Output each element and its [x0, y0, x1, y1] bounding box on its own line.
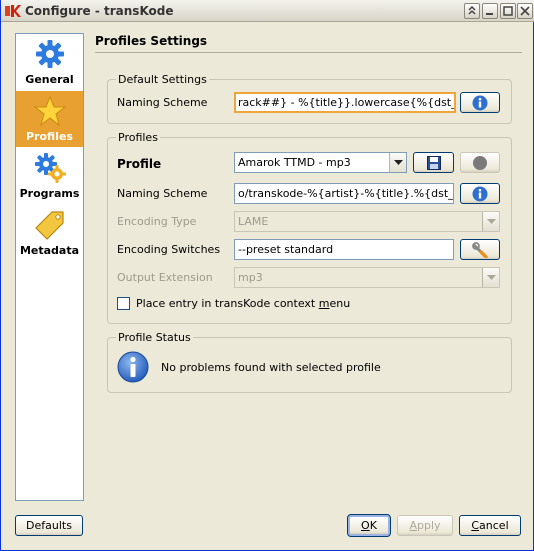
info-icon — [472, 186, 488, 201]
default-naming-label: Naming Scheme — [117, 96, 208, 109]
close-icon — [520, 6, 530, 16]
minimize-button[interactable] — [482, 3, 498, 19]
wrench-icon — [472, 241, 488, 258]
encoding-switches-label: Encoding Switches — [117, 243, 221, 256]
profile-select[interactable]: Amarok TTMD - mp3 — [234, 152, 407, 173]
profile-naming-scheme-input[interactable]: o/transkode-%{artist}-%{title}.%{dst_ext… — [234, 183, 454, 204]
profile-naming-label: Naming Scheme — [117, 187, 208, 200]
context-menu-text-end: enu — [329, 297, 351, 310]
context-menu-label[interactable]: Place entry in transKode context menu — [136, 297, 350, 310]
encoding-switches-input[interactable]: --preset standard — [234, 239, 454, 260]
maximize-icon — [503, 6, 513, 16]
group-title: Default Settings — [116, 73, 209, 86]
title-divider — [95, 52, 522, 53]
gears-icon — [35, 153, 66, 183]
sidebar-item-label: General — [25, 73, 74, 86]
star-icon — [34, 95, 66, 127]
sidebar-item-metadata[interactable]: Metadata — [16, 205, 83, 261]
sidebar-item-general[interactable]: General — [16, 34, 83, 90]
encoding-type-dropdown-button[interactable] — [482, 212, 499, 231]
group-title: Profile Status — [116, 331, 193, 344]
cancel-button[interactable]: Cancel — [459, 515, 521, 536]
defaults-button[interactable]: Defaults — [15, 515, 83, 536]
shade-icon — [468, 6, 476, 15]
page-title: Profiles Settings — [95, 34, 208, 48]
maximize-button[interactable] — [500, 3, 516, 19]
profile-label: Profile — [117, 157, 162, 171]
output-extension-select[interactable]: mp3 — [234, 267, 500, 288]
record-circle-icon — [473, 155, 487, 170]
tag-icon — [35, 211, 64, 240]
chevron-down-icon — [394, 160, 403, 165]
configure-window: Configure - transKode General Profiles P… — [0, 0, 534, 551]
configure-switches-button[interactable] — [460, 239, 500, 260]
chevron-down-icon — [487, 275, 496, 280]
encoding-type-label: Encoding Type — [117, 215, 197, 228]
delete-profile-button[interactable] — [460, 152, 500, 173]
sidebar-item-programs[interactable]: Programs — [16, 148, 83, 204]
sidebar-item-profiles[interactable]: Profiles — [16, 91, 83, 147]
sidebar-item-label: Profiles — [26, 130, 73, 143]
apply-label: pply — [417, 519, 441, 532]
group-title: Profiles — [116, 131, 160, 144]
title-bar[interactable]: Configure - transKode — [1, 0, 534, 22]
sidebar-item-label: Metadata — [19, 244, 80, 257]
ok-button[interactable]: OK — [347, 514, 391, 537]
profile-status-group: Profile Status No problems found with se… — [107, 331, 512, 393]
sidebar: General Profiles Programs Metadata — [15, 33, 84, 501]
context-menu-checkbox[interactable] — [117, 297, 130, 310]
info-icon — [117, 351, 149, 383]
cancel-label: ancel — [479, 519, 509, 532]
ok-mnemonic: O — [361, 519, 370, 532]
apply-mnemonic: A — [409, 519, 417, 532]
shade-button[interactable] — [464, 3, 480, 19]
default-naming-info-button[interactable] — [460, 92, 500, 113]
save-profile-button[interactable] — [413, 152, 454, 173]
cancel-mnemonic: C — [471, 519, 480, 532]
window-title: Configure - transKode — [25, 4, 174, 18]
output-extension-value: mp3 — [238, 271, 263, 284]
ok-label: K — [369, 519, 377, 532]
output-extension-label: Output Extension — [117, 271, 213, 284]
status-message: No problems found with selected profile — [161, 361, 381, 374]
encoding-type-select[interactable]: LAME — [234, 211, 500, 232]
encoding-type-value: LAME — [238, 215, 269, 228]
info-icon — [472, 95, 488, 110]
minimize-icon — [486, 13, 493, 15]
floppy-save-icon — [426, 155, 441, 170]
profile-naming-info-button[interactable] — [460, 183, 500, 204]
output-extension-dropdown-button[interactable] — [482, 268, 499, 287]
profile-select-value: Amarok TTMD - mp3 — [238, 156, 351, 169]
apply-button[interactable]: Apply — [397, 515, 453, 536]
context-menu-text: Place entry in transKode context — [136, 297, 319, 310]
chevron-down-icon — [487, 219, 496, 224]
context-menu-mnemonic: m — [318, 297, 330, 310]
profiles-group: Profiles Profile Amarok TTMD - mp3 Namin… — [107, 131, 512, 324]
close-button[interactable] — [517, 3, 533, 19]
default-settings-group: Default Settings Naming Scheme rack##} -… — [107, 73, 512, 124]
gear-icon — [36, 40, 64, 68]
sidebar-item-label: Programs — [19, 187, 80, 200]
transkode-app-icon — [5, 5, 21, 17]
default-naming-scheme-input[interactable]: rack##} - %{title}}.lowercase{%{dst_ext}… — [234, 92, 456, 113]
profile-dropdown-button[interactable] — [389, 153, 406, 172]
